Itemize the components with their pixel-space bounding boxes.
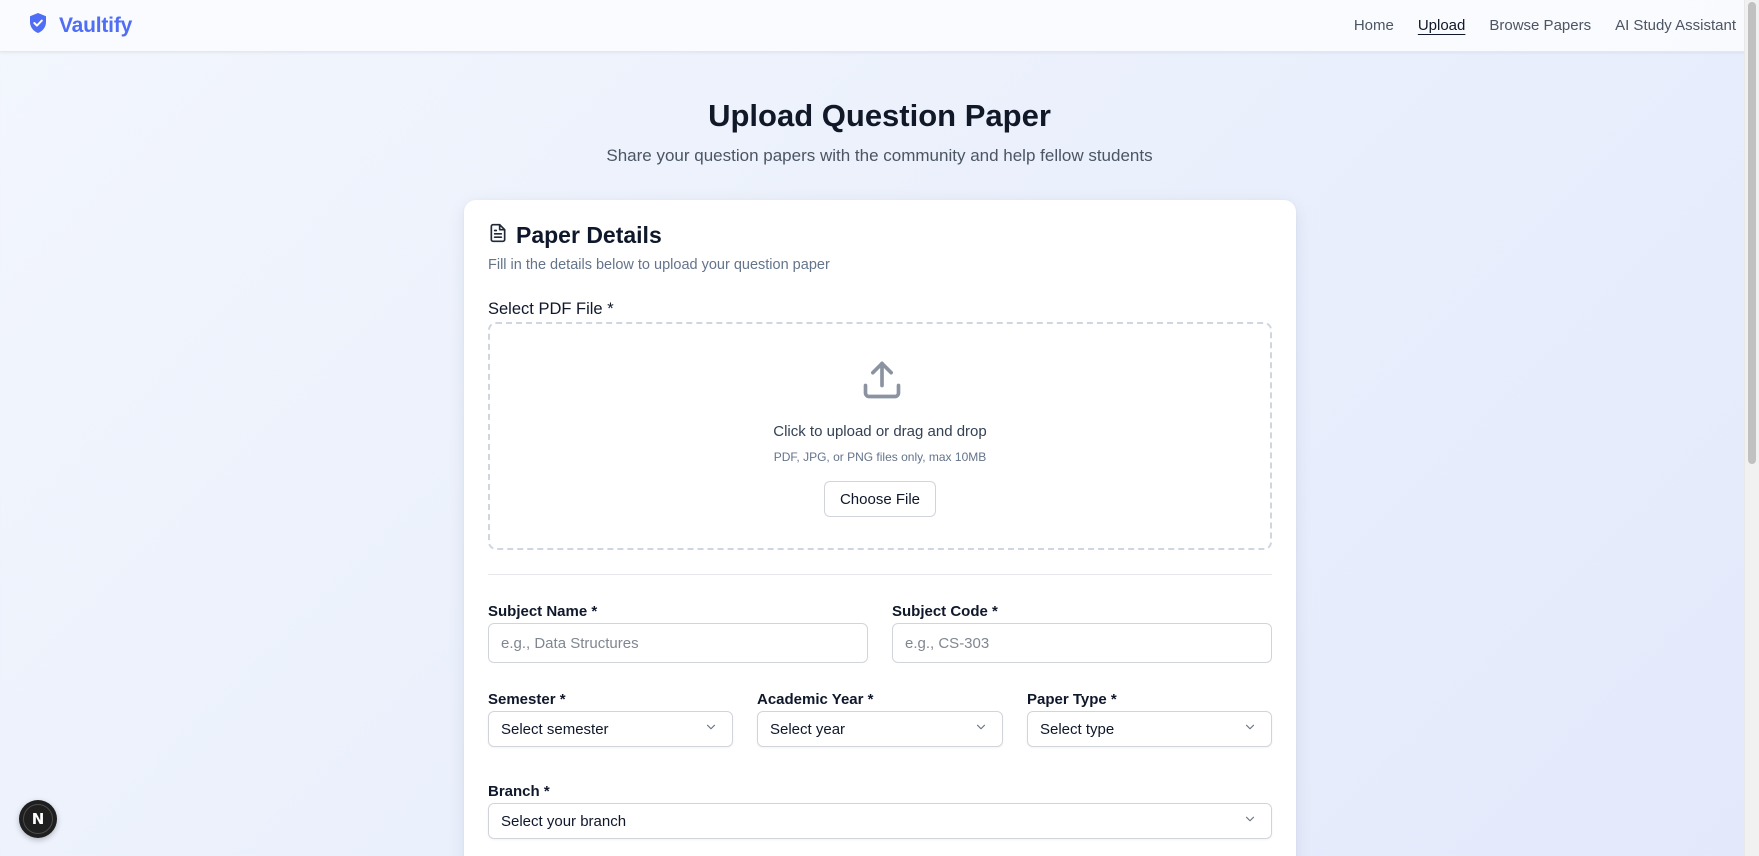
brand-name: Vaultify: [59, 13, 133, 37]
dropzone-hint: PDF, JPG, or PNG files only, max 10MB: [773, 450, 987, 464]
nav-link-home[interactable]: Home: [1354, 17, 1394, 34]
paper-type-select-value: Select type: [1040, 720, 1115, 738]
nav-link-upload[interactable]: Upload: [1418, 17, 1466, 34]
brand-logo-link[interactable]: Vaultify: [26, 11, 132, 40]
page-title: Upload Question Paper: [708, 98, 1051, 133]
choose-file-button[interactable]: Choose File: [824, 481, 936, 517]
paper-type-label: Paper Type *: [1027, 691, 1117, 708]
dropzone-prompt: Click to upload or drag and drop: [773, 423, 987, 440]
dev-tools-badge[interactable]: N: [19, 800, 57, 838]
subject-code-input[interactable]: [892, 623, 1272, 663]
semester-select[interactable]: Select semester: [488, 711, 733, 747]
file-text-icon: [488, 223, 508, 248]
branch-label: Branch *: [488, 783, 550, 800]
branch-select[interactable]: Select your branch: [488, 803, 1272, 839]
subject-name-label: Subject Name *: [488, 603, 598, 620]
card-header: Paper Details: [488, 222, 662, 249]
chevron-down-icon: [1243, 812, 1257, 831]
page-scrollbar[interactable]: [1744, 0, 1759, 856]
top-navbar: Vaultify Home Upload Browse Papers AI St…: [0, 0, 1759, 52]
file-label: Select PDF File *: [488, 300, 614, 318]
chevron-down-icon: [1243, 720, 1257, 739]
dev-badge-icon: N: [23, 804, 53, 834]
academic-year-select[interactable]: Select year: [757, 711, 1003, 747]
semester-select-value: Select semester: [501, 720, 609, 738]
nav-links: Home Upload Browse Papers AI Study Assis…: [1354, 17, 1736, 34]
scrollbar-thumb[interactable]: [1748, 2, 1756, 464]
card-title: Paper Details: [516, 222, 662, 248]
page-subtitle: Share your question papers with the comm…: [606, 146, 1153, 165]
academic-year-label: Academic Year *: [757, 691, 874, 708]
paper-type-select[interactable]: Select type: [1027, 711, 1272, 747]
subject-code-label: Subject Code *: [892, 603, 998, 620]
branch-select-value: Select your branch: [501, 812, 627, 830]
section-divider: [488, 574, 1272, 575]
subject-name-input[interactable]: [488, 623, 868, 663]
card-description: Fill in the details below to upload your…: [488, 257, 830, 273]
chevron-down-icon: [974, 720, 988, 739]
file-dropzone[interactable]: Click to upload or drag and drop PDF, JP…: [488, 322, 1272, 550]
upload-icon: [860, 358, 904, 407]
chevron-down-icon: [704, 720, 718, 739]
nav-link-browse-papers[interactable]: Browse Papers: [1489, 17, 1591, 34]
academic-year-select-value: Select year: [770, 720, 846, 738]
nav-link-ai-study-assistant[interactable]: AI Study Assistant: [1615, 17, 1736, 34]
semester-label: Semester *: [488, 691, 566, 708]
paper-details-card: Paper Details Fill in the details below …: [464, 200, 1296, 856]
shield-icon: [26, 11, 50, 40]
